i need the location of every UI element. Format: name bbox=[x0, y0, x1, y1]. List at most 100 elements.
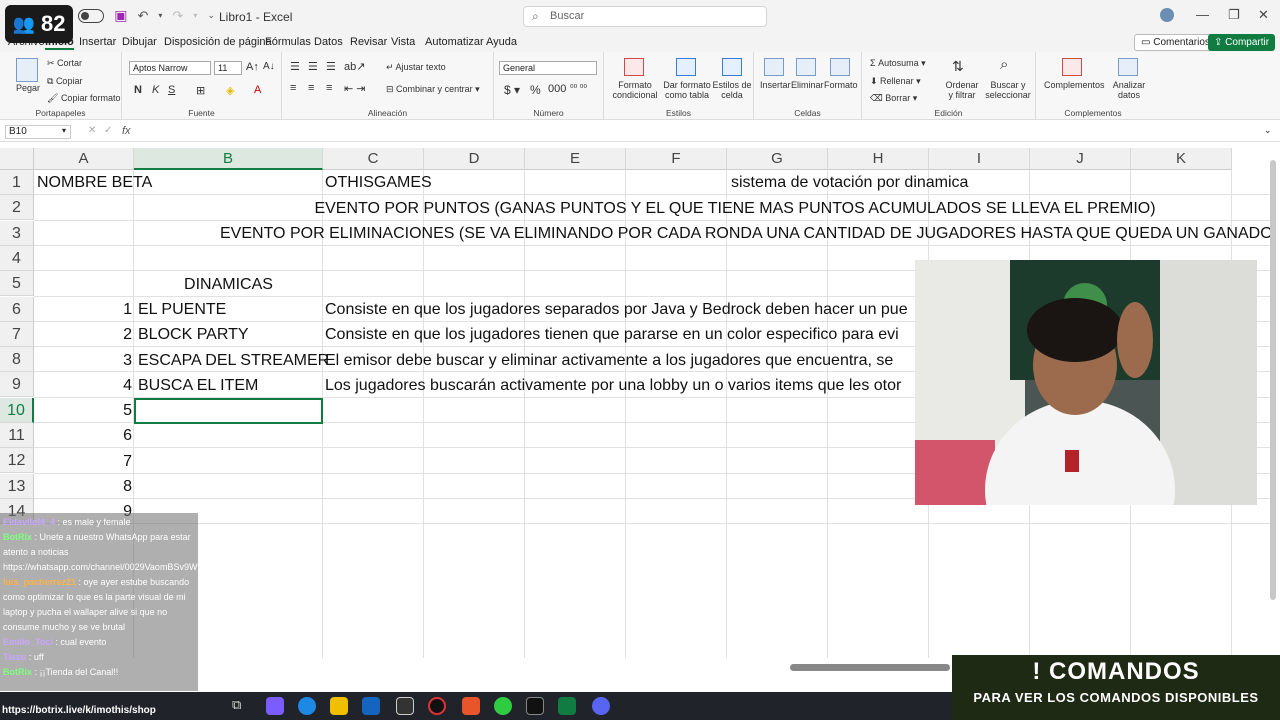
fill-color-icon[interactable]: ◈ bbox=[226, 84, 234, 97]
copy-button[interactable]: ⧉ Copiar bbox=[47, 76, 82, 87]
redo-dropdown-icon[interactable]: ▾ bbox=[193, 11, 197, 20]
align-right-icon[interactable]: ≡ bbox=[326, 82, 332, 94]
conditional-format-icon[interactable] bbox=[624, 58, 644, 76]
save-icon[interactable]: ▣ bbox=[114, 7, 127, 24]
delete-cells-icon[interactable] bbox=[796, 58, 816, 76]
row-header-2[interactable]: 2 bbox=[0, 195, 34, 221]
undo-icon[interactable]: ↶ bbox=[137, 8, 148, 24]
cell-row3-merged[interactable]: EVENTO POR ELIMINACIONES (SE VA ELIMINAN… bbox=[220, 221, 1270, 246]
cell-a9[interactable]: 4 bbox=[34, 373, 132, 398]
align-bottom-icon[interactable]: ☰ bbox=[326, 60, 336, 73]
format-table-icon[interactable] bbox=[676, 58, 696, 76]
delete-cells-button[interactable]: Eliminar bbox=[791, 80, 824, 90]
share-button[interactable]: ⇪ Compartir bbox=[1208, 34, 1276, 51]
cell-c1[interactable]: OTHISGAMES bbox=[325, 170, 432, 195]
row-header-5[interactable]: 5 bbox=[0, 271, 34, 297]
account-avatar[interactable] bbox=[1160, 8, 1174, 22]
minimize-icon[interactable]: — bbox=[1196, 7, 1209, 22]
analyze-data-icon[interactable] bbox=[1118, 58, 1138, 76]
insert-function-icon[interactable]: fx bbox=[122, 125, 131, 137]
format-painter-button[interactable]: 🖌 Copiar formato bbox=[47, 93, 120, 104]
row-header-12[interactable]: 12 bbox=[0, 448, 34, 474]
column-header-h[interactable]: H bbox=[828, 148, 929, 170]
tab-revisar[interactable]: Revisar bbox=[350, 36, 387, 48]
column-header-a[interactable]: A bbox=[34, 148, 134, 170]
cell-a13[interactable]: 8 bbox=[34, 474, 132, 499]
clear-button[interactable]: ⌫ Borrar ▾ bbox=[870, 93, 917, 104]
horizontal-scrollbar[interactable] bbox=[790, 664, 950, 671]
formula-input[interactable] bbox=[146, 124, 1260, 140]
cell-c8[interactable]: El emisor debe buscar y eliminar activam… bbox=[325, 348, 893, 373]
chat-username[interactable]: Eldavilol4_4 bbox=[3, 517, 55, 527]
tab-formulas[interactable]: Fórmulas bbox=[265, 36, 311, 48]
cell-c9[interactable]: Los jugadores buscarán activamente por u… bbox=[325, 373, 901, 398]
cut-button[interactable]: ✂ Cortar bbox=[47, 58, 82, 69]
borders-icon[interactable]: ⊞ bbox=[196, 84, 205, 97]
bold-icon[interactable]: N bbox=[134, 84, 142, 96]
discord-icon[interactable] bbox=[592, 697, 610, 715]
tab-disposicion[interactable]: Disposición de página bbox=[164, 36, 272, 48]
autosave-toggle[interactable] bbox=[78, 8, 105, 23]
undo-dropdown-icon[interactable]: ▾ bbox=[158, 11, 162, 20]
column-header-i[interactable]: I bbox=[929, 148, 1030, 170]
cell-a12[interactable]: 7 bbox=[34, 449, 132, 474]
cancel-entry-icon[interactable]: ✕ bbox=[88, 125, 96, 136]
vertical-scrollbar[interactable] bbox=[1270, 160, 1276, 600]
cell-b9[interactable]: BUSCA EL ITEM bbox=[138, 373, 258, 398]
whatsapp-icon[interactable] bbox=[494, 697, 512, 715]
fill-button[interactable]: ⬇ Rellenar ▾ bbox=[870, 76, 921, 87]
align-middle-icon[interactable]: ☰ bbox=[308, 60, 318, 73]
capcut-icon[interactable] bbox=[526, 697, 544, 715]
cell-b6[interactable]: EL PUENTE bbox=[138, 297, 226, 322]
cell-a11[interactable]: 6 bbox=[34, 423, 132, 448]
row-header-6[interactable]: 6 bbox=[0, 296, 34, 322]
row-header-10[interactable]: 10 bbox=[0, 397, 34, 423]
cell-b8[interactable]: ESCAPA DEL STREAMER bbox=[138, 348, 329, 373]
brave-icon[interactable] bbox=[462, 697, 480, 715]
autosum-button[interactable]: Σ Autosuma ▾ bbox=[870, 58, 926, 69]
italic-icon[interactable]: K bbox=[152, 84, 159, 96]
tab-ayuda[interactable]: Ayuda bbox=[486, 36, 517, 48]
search-input[interactable]: ⌕ Buscar bbox=[523, 6, 767, 27]
excel-taskbar-icon[interactable] bbox=[558, 697, 576, 715]
addins-button[interactable]: Complementos bbox=[1044, 80, 1105, 90]
column-header-e[interactable]: E bbox=[525, 148, 626, 170]
comma-icon[interactable]: 000 bbox=[548, 83, 566, 95]
find-select-icon[interactable]: ⌕ bbox=[1000, 56, 1008, 73]
analyze-data-button[interactable]: Analizar datos bbox=[1112, 80, 1146, 100]
cell-row2-merged[interactable]: EVENTO POR PUNTOS (GANAS PUNTOS Y EL QUE… bbox=[134, 196, 1270, 221]
chat-username[interactable]: BotRix bbox=[3, 532, 32, 542]
row-header-7[interactable]: 7 bbox=[0, 321, 34, 347]
addins-icon[interactable] bbox=[1062, 58, 1082, 76]
currency-icon[interactable]: $ ▾ bbox=[504, 83, 520, 97]
close-icon[interactable]: ✕ bbox=[1258, 7, 1269, 23]
select-all-corner[interactable] bbox=[0, 148, 34, 170]
cell-b5[interactable]: DINAMICAS bbox=[134, 272, 323, 297]
maximize-icon[interactable]: ❐ bbox=[1228, 7, 1240, 23]
selected-cell-b10[interactable] bbox=[134, 398, 323, 424]
copilot-icon[interactable] bbox=[266, 697, 284, 715]
tab-datos[interactable]: Datos bbox=[314, 36, 343, 48]
tab-dibujar[interactable]: Dibujar bbox=[122, 36, 157, 48]
insert-cells-button[interactable]: Insertar bbox=[760, 80, 791, 90]
cell-a8[interactable]: 3 bbox=[34, 348, 132, 373]
cell-a1[interactable]: NOMBRE BETA bbox=[37, 170, 152, 195]
format-cells-icon[interactable] bbox=[830, 58, 850, 76]
cell-a7[interactable]: 2 bbox=[34, 322, 132, 347]
font-size-select[interactable]: 11 bbox=[214, 61, 242, 75]
chat-username[interactable]: Emilio_Toci bbox=[3, 637, 53, 647]
cell-a6[interactable]: 1 bbox=[34, 297, 132, 322]
align-left-icon[interactable]: ≡ bbox=[290, 82, 296, 94]
sort-filter-icon[interactable]: ⇅ bbox=[952, 58, 964, 75]
row-header-1[interactable]: 1 bbox=[0, 170, 34, 195]
format-table-button[interactable]: Dar formato como tabla bbox=[662, 80, 712, 100]
store-icon[interactable] bbox=[396, 697, 414, 715]
row-header-11[interactable]: 11 bbox=[0, 423, 34, 448]
cell-styles-icon[interactable] bbox=[722, 58, 742, 76]
file-explorer-icon[interactable] bbox=[330, 697, 348, 715]
percent-icon[interactable]: % bbox=[530, 83, 541, 97]
font-color-icon[interactable]: A bbox=[254, 84, 261, 96]
orientation-icon[interactable]: ab↗ bbox=[344, 60, 365, 73]
align-top-icon[interactable]: ☰ bbox=[290, 60, 300, 73]
conditional-format-button[interactable]: Formato condicional bbox=[609, 80, 661, 100]
